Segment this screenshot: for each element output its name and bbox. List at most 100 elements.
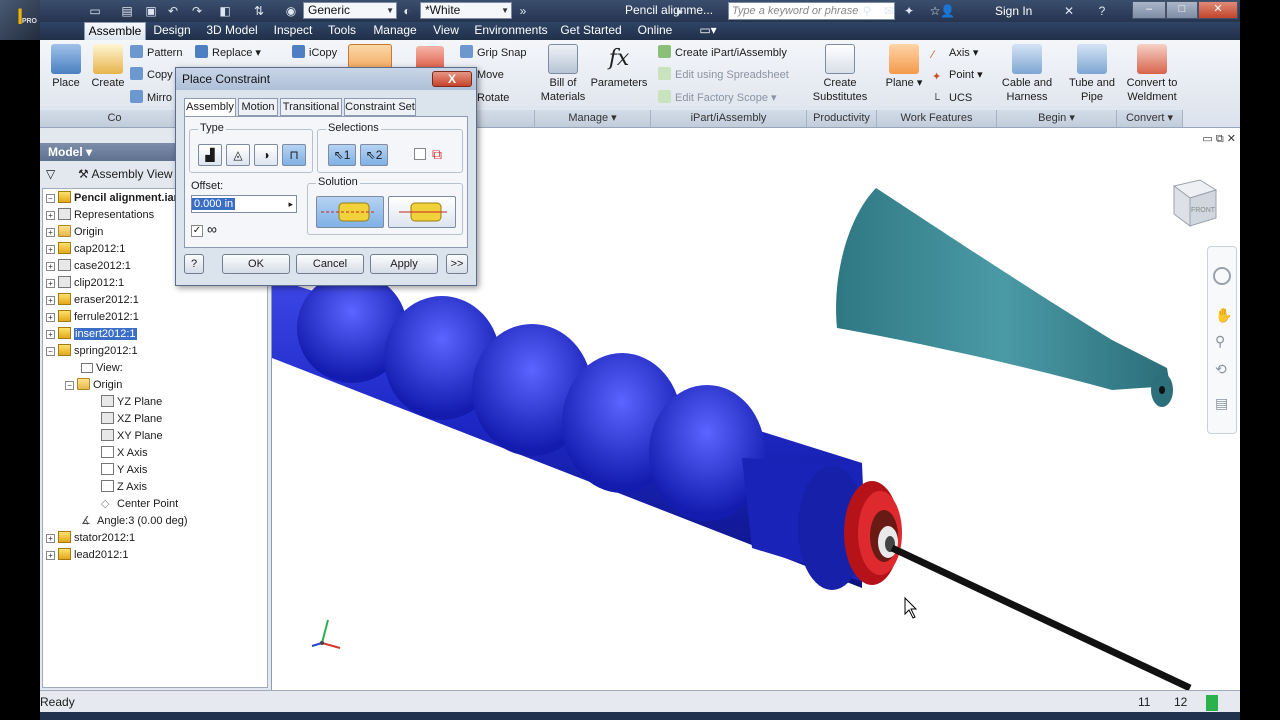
grip-snap-button[interactable]: Grip Snap bbox=[460, 45, 527, 61]
tree-item-x-axis[interactable]: X Axis bbox=[101, 445, 148, 461]
tab-get-started[interactable]: Get Started bbox=[558, 22, 624, 40]
case-part[interactable] bbox=[272, 273, 867, 590]
look-at-icon[interactable]: ▤ bbox=[1215, 395, 1228, 412]
appearance-dropdown[interactable]: *White ▼ bbox=[420, 2, 512, 19]
copy-button[interactable]: Copy bbox=[130, 67, 173, 83]
tree-item-insert[interactable]: + insert2012:1 bbox=[46, 326, 137, 342]
save-icon[interactable]: ▣ bbox=[144, 4, 158, 18]
tree-item-yz-plane[interactable]: YZ Plane bbox=[101, 394, 162, 410]
angle-constraint-button[interactable]: ◬ bbox=[226, 144, 250, 166]
tab-assemble[interactable]: Assemble bbox=[84, 22, 146, 40]
plane-button[interactable]: Plane ▾ bbox=[884, 44, 924, 90]
opposed-solution-button[interactable] bbox=[316, 196, 384, 228]
preview-checkbox[interactable]: ✓ bbox=[191, 225, 203, 237]
point-button[interactable]: ✦ Point ▾ bbox=[932, 67, 983, 83]
panel-manage[interactable]: Manage ▾ bbox=[535, 110, 651, 127]
replace-button[interactable]: Replace ▾ bbox=[195, 45, 261, 61]
ribbon-options-icon[interactable]: ▭▾ bbox=[695, 22, 721, 40]
edit-factory-scope-button[interactable]: Edit Factory Scope ▾ bbox=[658, 90, 777, 106]
tab-tools[interactable]: Tools bbox=[322, 22, 362, 40]
tree-item-y-axis[interactable]: Y Axis bbox=[101, 462, 147, 478]
pan-icon[interactable]: ✋ bbox=[1215, 307, 1232, 324]
tree-item-z-axis[interactable]: Z Axis bbox=[101, 479, 147, 495]
tab-environments[interactable]: Environments bbox=[470, 22, 552, 40]
project-icon[interactable]: ◧ bbox=[218, 4, 232, 18]
open-icon[interactable]: ▤ bbox=[120, 4, 134, 18]
pick-part-first-checkbox[interactable] bbox=[414, 148, 426, 160]
tube-pipe-button[interactable]: Tube and Pipe bbox=[1064, 44, 1120, 104]
tree-item-stator[interactable]: + stator2012:1 bbox=[46, 530, 135, 546]
tree-item-spring[interactable]: − spring2012:1 bbox=[46, 343, 138, 359]
minimize-button[interactable]: – bbox=[1132, 1, 1166, 19]
create-ipart-button[interactable]: Create iPart/iAssembly bbox=[658, 45, 787, 61]
more-tools-icon[interactable]: » bbox=[516, 4, 530, 18]
tree-item-angle-constraint[interactable]: ∡ Angle:3 (0.00 deg) bbox=[81, 513, 188, 529]
panel-convert[interactable]: Convert ▾ bbox=[1117, 110, 1183, 127]
insert-constraint-button[interactable]: ⊓ bbox=[282, 144, 306, 166]
communication-icon[interactable]: ✦ bbox=[902, 4, 916, 18]
help-icon[interactable]: ? bbox=[1095, 4, 1109, 18]
tab-assembly[interactable]: Assembly bbox=[184, 98, 236, 117]
material-icon[interactable]: ◉ bbox=[284, 4, 298, 18]
subscription-icon[interactable]: ✉ bbox=[882, 4, 896, 18]
redo-icon[interactable]: ↷ bbox=[190, 4, 204, 18]
new-icon[interactable]: ▭ bbox=[88, 4, 102, 18]
app-logo[interactable]: I PRO bbox=[0, 0, 40, 40]
panel-productivity[interactable]: Productivity bbox=[807, 110, 877, 127]
tree-item-cap[interactable]: + cap2012:1 bbox=[46, 241, 125, 257]
place-button[interactable]: Place bbox=[46, 44, 86, 90]
tree-item-eraser[interactable]: + eraser2012:1 bbox=[46, 292, 139, 308]
tree-item-origin[interactable]: + Origin bbox=[46, 224, 103, 240]
filter-icon[interactable]: ▽ bbox=[46, 163, 55, 185]
offset-arrow-icon[interactable]: ▸ bbox=[288, 196, 293, 212]
create-button[interactable]: Create bbox=[88, 44, 128, 90]
cap-part[interactable] bbox=[836, 188, 1173, 407]
zoom-icon[interactable]: ⚲ bbox=[1215, 333, 1225, 350]
lead-part[interactable] bbox=[890, 544, 1192, 690]
tree-item-view[interactable]: View: bbox=[81, 360, 123, 376]
tab-3d-model[interactable]: 3D Model bbox=[200, 22, 264, 40]
ok-button[interactable]: OK bbox=[222, 254, 290, 274]
view-cube[interactable]: FRONT bbox=[1160, 176, 1218, 234]
tree-item-center-point[interactable]: ◇ Center Point bbox=[101, 496, 178, 512]
title-arrow-icon[interactable]: ▸ bbox=[673, 4, 687, 18]
binoculars-icon[interactable]: ⚲ bbox=[860, 4, 874, 18]
dialog-help-button[interactable]: ? bbox=[184, 254, 204, 274]
mate-constraint-button[interactable]: ▟ bbox=[198, 144, 222, 166]
user-icon[interactable]: 👤 bbox=[940, 4, 955, 18]
offset-input[interactable]: 0.000 in ▸ bbox=[191, 195, 297, 213]
tree-item-ferrule[interactable]: + ferrule2012:1 bbox=[46, 309, 139, 325]
aligned-solution-button[interactable] bbox=[388, 196, 456, 228]
ferrule-part[interactable] bbox=[844, 481, 902, 585]
panel-work-features[interactable]: Work Features bbox=[877, 110, 997, 127]
tree-item-lead[interactable]: + lead2012:1 bbox=[46, 547, 128, 563]
cancel-button[interactable]: Cancel bbox=[296, 254, 364, 274]
tab-motion[interactable]: Motion bbox=[238, 98, 278, 116]
material-dropdown[interactable]: Generic ▼ bbox=[303, 2, 397, 19]
tab-manage[interactable]: Manage bbox=[368, 22, 422, 40]
panel-ipart[interactable]: iPart/iAssembly bbox=[651, 110, 807, 127]
tree-item-representations[interactable]: + Representations bbox=[46, 207, 154, 223]
tree-root[interactable]: − Pencil alignment.iam bbox=[46, 190, 183, 206]
axis-button[interactable]: ∕ Axis ▾ bbox=[932, 45, 978, 61]
tab-view[interactable]: View bbox=[428, 22, 464, 40]
tree-item-clip[interactable]: + clip2012:1 bbox=[46, 275, 124, 291]
bill-of-materials-button[interactable]: Bill of Materials bbox=[538, 44, 588, 104]
tangent-constraint-button[interactable]: ◑ bbox=[254, 144, 278, 166]
color-wheel-icon[interactable]: ◐ bbox=[400, 4, 414, 18]
sign-in-link[interactable]: Sign In bbox=[995, 4, 1032, 18]
steering-wheel-icon[interactable] bbox=[1213, 267, 1231, 285]
tab-inspect[interactable]: Inspect bbox=[270, 22, 316, 40]
tab-transitional[interactable]: Transitional bbox=[280, 98, 342, 116]
ucs-button[interactable]: └ UCS bbox=[932, 90, 972, 106]
undo-icon[interactable]: ↶ bbox=[166, 4, 180, 18]
convert-weldment-button[interactable]: Convert to Weldment bbox=[1122, 44, 1182, 104]
orbit-icon[interactable]: ⟲ bbox=[1215, 361, 1227, 378]
panel-begin[interactable]: Begin ▾ bbox=[997, 110, 1117, 127]
tree-item-xz-plane[interactable]: XZ Plane bbox=[101, 411, 162, 427]
tree-item-origin-sub[interactable]: − Origin bbox=[65, 377, 122, 393]
edit-spreadsheet-button[interactable]: Edit using Spreadsheet bbox=[658, 67, 789, 83]
mirror-button[interactable]: Mirro bbox=[130, 90, 172, 106]
dialog-close-button[interactable]: X bbox=[432, 71, 472, 87]
update-icon[interactable]: ⇅ bbox=[252, 4, 266, 18]
